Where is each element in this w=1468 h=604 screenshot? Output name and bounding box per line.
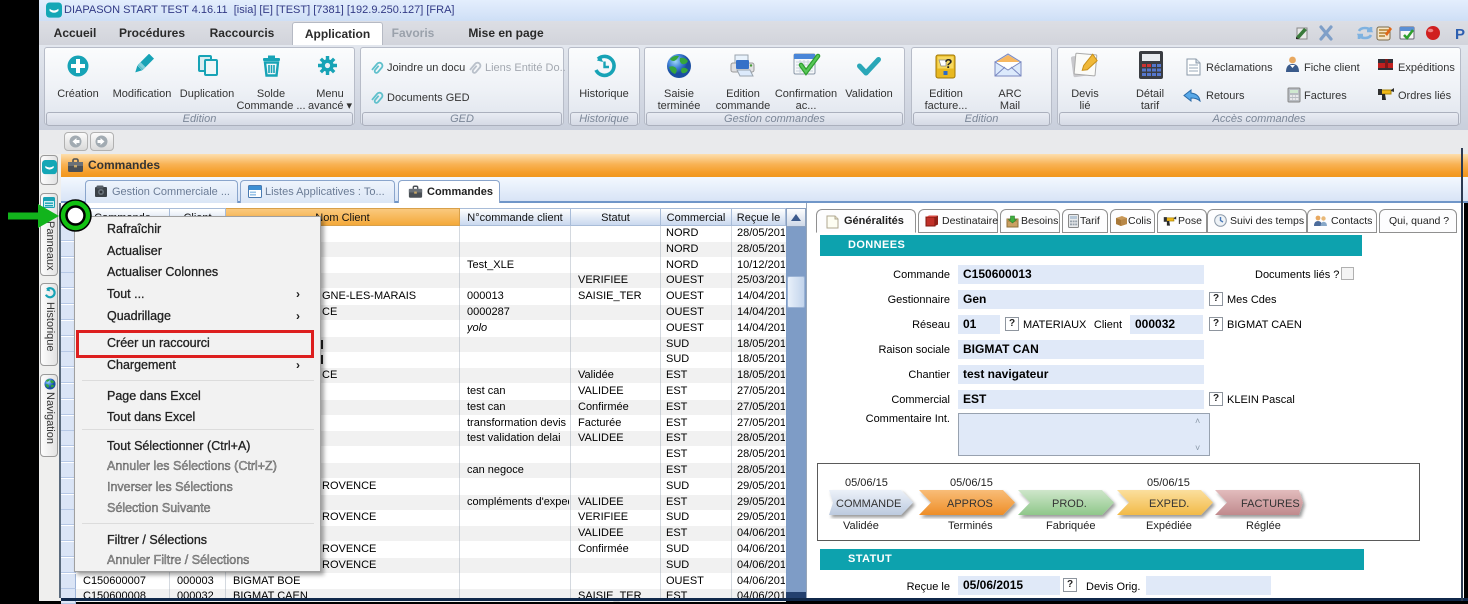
svg-text:APPROS: APPROS xyxy=(947,498,993,510)
svg-text:PROD.: PROD. xyxy=(1052,498,1087,510)
svg-text:COMMANDE: COMMANDE xyxy=(836,498,901,510)
svg-text:EXPED.: EXPED. xyxy=(1149,498,1189,510)
svg-text:FACTURES: FACTURES xyxy=(1241,498,1300,510)
svg-text:?: ? xyxy=(945,56,953,71)
svg-text:P: P xyxy=(1455,26,1465,41)
